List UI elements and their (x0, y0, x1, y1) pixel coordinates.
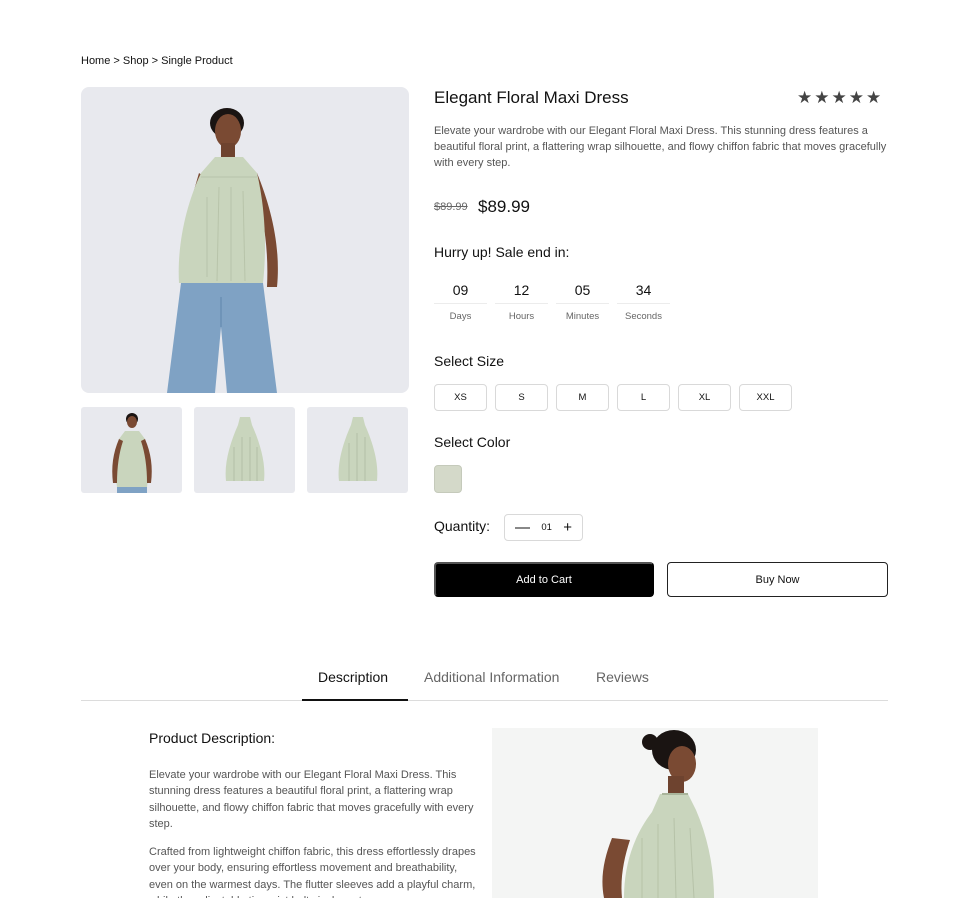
countdown-label: Days (449, 311, 472, 322)
sale-price: $89.99 (478, 197, 530, 216)
original-price: $89.99 (434, 201, 468, 213)
tab-reviews[interactable]: Reviews (596, 669, 649, 685)
countdown-value: 12 (495, 282, 548, 304)
thumbnail-model-image (112, 413, 152, 493)
countdown-seconds: 34 Seconds (617, 282, 670, 322)
quantity-label: Quantity: (434, 518, 491, 534)
select-size-heading: Select Size (434, 353, 505, 369)
countdown-label: Minutes (565, 311, 600, 322)
main-product-image (81, 87, 409, 393)
model-side-photo (602, 730, 714, 898)
countdown-label: Hours (508, 311, 535, 322)
buy-now-button[interactable]: Buy Now (667, 562, 888, 597)
product-description-heading: Product Description: (149, 730, 276, 746)
color-swatch-sage[interactable] (434, 465, 462, 493)
size-option-xs[interactable]: XS (434, 384, 487, 411)
size-options: XS S M L XL XXL (434, 384, 792, 411)
countdown-days: 09 Days (434, 282, 487, 322)
model-photo (167, 108, 278, 393)
tab-additional-information[interactable]: Additional Information (424, 669, 559, 685)
countdown-minutes: 05 Minutes (556, 282, 609, 322)
select-color-heading: Select Color (434, 434, 511, 450)
size-option-xl[interactable]: XL (678, 384, 731, 411)
quantity-stepper: — 01 + (504, 514, 583, 541)
active-tab-indicator (302, 699, 408, 701)
thumbnail-garment-front-image (225, 417, 265, 481)
product-description-paragraph: Crafted from lightweight chiffon fabric,… (149, 846, 476, 898)
sale-countdown-heading: Hurry up! Sale end in: (434, 244, 570, 260)
size-option-xxl[interactable]: XXL (739, 384, 792, 411)
tabs-divider (81, 700, 888, 701)
size-option-l[interactable]: L (617, 384, 670, 411)
thumbnail-1[interactable] (81, 407, 182, 493)
countdown-value: 09 (434, 282, 487, 304)
countdown-value: 34 (617, 282, 670, 304)
quantity-value[interactable]: 01 (541, 522, 552, 533)
countdown-value: 05 (556, 282, 609, 304)
breadcrumb[interactable]: Home > Shop > Single Product (81, 55, 233, 67)
plus-icon[interactable]: + (563, 520, 572, 535)
thumbnail-garment-back-image (338, 417, 378, 481)
product-title: Elegant Floral Maxi Dress (434, 88, 629, 107)
sale-countdown: 09 Days 12 Hours 05 Minutes 34 Seconds (434, 282, 670, 322)
size-option-s[interactable]: S (495, 384, 548, 411)
description-image (492, 728, 818, 898)
product-description-paragraph: Elevate your wardrobe with our Elegant F… (149, 769, 474, 830)
product-short-description: Elevate your wardrobe with our Elegant F… (434, 125, 887, 169)
size-option-m[interactable]: M (556, 384, 609, 411)
thumbnail-3[interactable] (307, 407, 408, 493)
thumbnail-2[interactable] (194, 407, 295, 493)
tab-description[interactable]: Description (318, 669, 388, 685)
add-to-cart-button[interactable]: Add to Cart (434, 562, 654, 597)
rating-stars: ★★★★★ (797, 88, 884, 107)
countdown-label: Seconds (625, 311, 662, 322)
countdown-hours: 12 Hours (495, 282, 548, 322)
minus-icon[interactable]: — (515, 520, 530, 535)
